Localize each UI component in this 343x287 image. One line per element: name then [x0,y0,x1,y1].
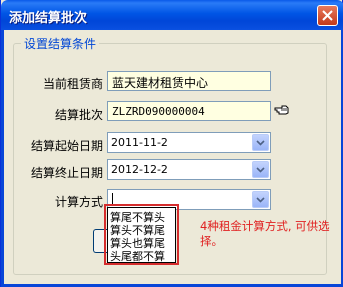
method-label: 计算方式 [54,195,103,209]
batch-field[interactable]: ZLZRD090000004 [107,101,271,121]
window-frame [1,30,4,287]
method-dropdown-button[interactable] [252,191,269,208]
start-date-picker[interactable]: 2011-11-2 [107,132,271,153]
close-button[interactable] [317,5,338,26]
title-bar[interactable]: 添加结算批次 [1,0,343,30]
batch-value: ZLZRD090000004 [112,105,205,118]
chevron-down-icon [256,140,265,146]
end-date-value: 2012-12-2 [111,163,168,176]
highlight-box [104,204,179,265]
end-date-picker[interactable]: 2012-12-2 [107,159,271,180]
close-icon [322,10,333,21]
dialog-window: 添加结算批次 设置结算条件 当前租赁商 蓝天建材租赁中心 结算批次 ZLZRD0… [0,0,343,287]
start-date-label: 结算起始日期 [30,139,103,153]
start-date-dropdown-button[interactable] [252,134,269,151]
chevron-down-icon [256,197,265,203]
batch-label: 结算批次 [54,108,103,122]
lessee-field[interactable]: 蓝天建材租赁中心 [107,71,271,91]
end-date-dropdown-button[interactable] [252,161,269,178]
end-date-label: 结算终止日期 [30,166,103,180]
lessee-label: 当前租赁商 [42,77,103,91]
lessee-value: 蓝天建材租赁中心 [112,76,209,90]
window-title: 添加结算批次 [9,11,88,26]
start-date-value: 2011-11-2 [111,136,168,149]
hand-pointer-icon[interactable] [274,104,290,116]
annotation-note: 4种租金计算方式, 可供选择。 [200,219,330,248]
group-title: 设置结算条件 [21,35,100,52]
chevron-down-icon [256,167,265,173]
